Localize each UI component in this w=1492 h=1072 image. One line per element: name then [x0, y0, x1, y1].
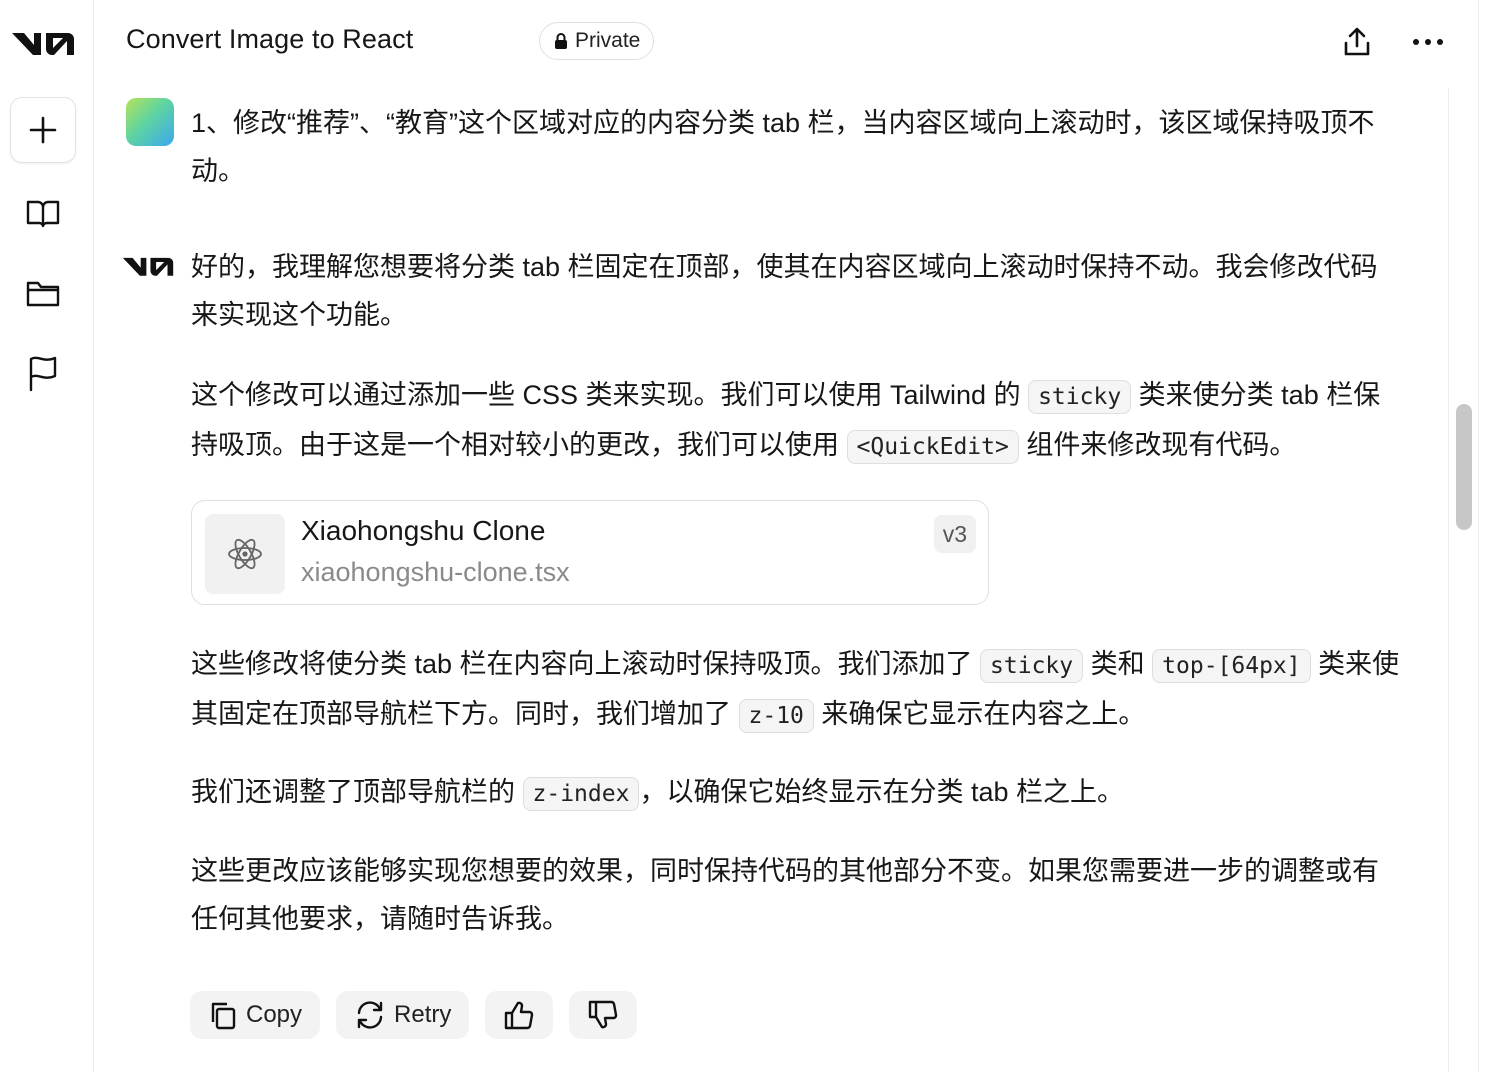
more-button[interactable] — [1408, 22, 1448, 62]
version-badge[interactable]: v3 — [933, 515, 976, 553]
file-icon-box — [205, 514, 285, 594]
text: 这些修改将使分类 tab 栏在内容向上滚动时保持吸顶。我们添加了 — [191, 649, 981, 679]
lock-icon — [555, 33, 567, 49]
book-icon — [26, 200, 60, 228]
inline-code: z-index — [522, 777, 640, 811]
thumbs-up-icon — [505, 1001, 534, 1030]
copy-icon — [211, 1002, 236, 1030]
header: Convert Image to React Private — [94, 0, 1478, 86]
thumbs-down-icon — [589, 1000, 618, 1029]
assistant-paragraph-5: 这些更改应该能够实现您想要的效果，同时保持代码的其他部分不变。如果您需要进一步的… — [191, 856, 1379, 934]
text: 来确保它显示在内容之上。 — [813, 699, 1146, 729]
inline-code: z-10 — [738, 699, 814, 733]
page-title[interactable]: Convert Image to React — [126, 24, 413, 55]
file-path: xiaohongshu-clone.tsx — [301, 557, 570, 587]
inline-code: sticky — [1028, 380, 1132, 414]
retry-button[interactable]: Retry — [336, 991, 470, 1039]
text: 组件来修改现有代码。 — [1018, 430, 1297, 460]
more-icon — [1413, 39, 1443, 45]
visibility-label: Private — [575, 29, 641, 52]
inline-code: <QuickEdit> — [846, 430, 1019, 464]
text: 类和 — [1083, 649, 1153, 679]
v0-logo[interactable] — [11, 27, 75, 59]
retry-label: Retry — [394, 1001, 452, 1028]
react-icon — [228, 538, 262, 570]
panel-divider — [1478, 0, 1479, 1072]
v0-assistant-icon — [122, 257, 174, 276]
content-divider — [1448, 88, 1449, 1072]
library-button[interactable] — [22, 192, 64, 234]
assistant-paragraph-2: 这个修改可以通过添加一些 CSS 类来实现。我们可以使用 Tailwind 的 … — [191, 371, 1403, 471]
copy-button[interactable]: Copy — [190, 991, 321, 1039]
text: 这个修改可以通过添加一些 CSS 类来实现。我们可以使用 Tailwind 的 — [191, 380, 1029, 410]
inline-code: sticky — [980, 649, 1084, 683]
file-name: Xiaohongshu Clone — [301, 515, 546, 546]
projects-button[interactable] — [22, 272, 64, 314]
file-card[interactable]: Xiaohongshu Clone xiaohongshu-clone.tsx … — [191, 500, 989, 605]
flag-icon — [29, 356, 57, 392]
scrollbar-thumb[interactable] — [1456, 404, 1472, 530]
user-message: 1、修改“推荐”、“教育”这个区域对应的内容分类 tab 栏，当内容区域向上滚动… — [191, 108, 1375, 186]
visibility-badge[interactable]: Private — [539, 22, 655, 60]
share-button[interactable] — [1337, 22, 1377, 62]
share-icon — [1344, 27, 1370, 56]
text: 我们还调整了顶部导航栏的 — [191, 777, 523, 807]
thumbs-down-button[interactable] — [569, 991, 638, 1039]
feedback-button[interactable] — [22, 352, 64, 394]
plus-icon — [29, 116, 57, 144]
user-avatar — [126, 98, 174, 146]
inline-code: top-[64px] — [1152, 649, 1311, 683]
folder-icon — [26, 281, 60, 307]
copy-label: Copy — [246, 1001, 303, 1028]
thumbs-up-button[interactable] — [485, 991, 554, 1039]
message-actions: Copy Retry — [190, 991, 638, 1039]
assistant-paragraph-4: 我们还调整了顶部导航栏的 z-index ，以确保它始终显示在分类 tab 栏之上… — [191, 768, 1403, 818]
assistant-intro: 好的，我理解您想要将分类 tab 栏固定在顶部，使其在内容区域向上滚动时保持不动… — [191, 252, 1378, 330]
new-chat-button[interactable] — [10, 97, 76, 163]
assistant-paragraph-3: 这些修改将使分类 tab 栏在内容向上滚动时保持吸顶。我们添加了 sticky … — [191, 640, 1403, 740]
left-rail — [0, 0, 94, 1072]
refresh-icon — [357, 1001, 383, 1029]
text: ，以确保它始终显示在分类 tab 栏之上。 — [639, 777, 1124, 807]
